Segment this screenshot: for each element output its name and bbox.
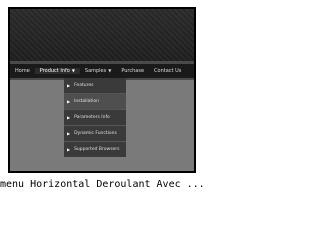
triangle-right-icon: ▶ xyxy=(67,147,71,152)
submenu-item-dynamic-functions[interactable]: ▶ Dynamic Functions xyxy=(64,126,126,142)
submenu-product-info: ▶ Features ▶ Installation ▶ Parameters Info… xyxy=(64,78,126,157)
chevron-down-icon: ▼ xyxy=(108,68,112,73)
menu-item-product-info[interactable]: Product Info ▼ xyxy=(34,68,80,74)
menu-item-samples[interactable]: Samples ▼ xyxy=(80,68,116,74)
caption-link[interactable]: menu Horizontal Deroulant Avec ... xyxy=(0,179,205,190)
chevron-down-icon: ▼ xyxy=(71,68,75,73)
triangle-right-icon: ▶ xyxy=(67,131,71,136)
submenu-item-installation[interactable]: ▶ Installation xyxy=(64,94,126,110)
menu-bar: Home Product Info ▼ Samples ▼ Purchase Con… xyxy=(10,64,194,78)
triangle-right-icon: ▶ xyxy=(67,83,71,88)
submenu-item-parameters-info[interactable]: ▶ Parameters Info xyxy=(64,110,126,126)
header-texture xyxy=(10,9,194,61)
submenu-item-supported-browsers[interactable]: ▶ Supported Browsers xyxy=(64,142,126,157)
submenu-item-features[interactable]: ▶ Features xyxy=(64,78,126,94)
menu-item-home[interactable]: Home xyxy=(10,68,35,74)
triangle-right-icon: ▶ xyxy=(67,99,71,104)
menu-item-purchase[interactable]: Purchase xyxy=(116,68,149,74)
triangle-right-icon: ▶ xyxy=(67,115,71,120)
menu-item-contact-us[interactable]: Contact Us xyxy=(149,68,186,74)
